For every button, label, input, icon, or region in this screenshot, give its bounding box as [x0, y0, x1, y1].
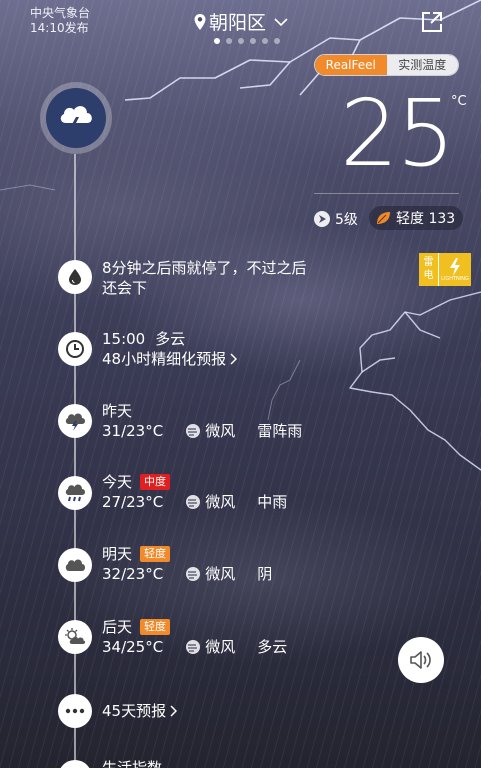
day-name: 昨天: [102, 402, 133, 420]
forecast-45-label: 45天预报: [102, 702, 167, 720]
page-dot: [226, 38, 232, 44]
day-condition: 雷阵雨: [257, 422, 303, 440]
life-index-icon: [58, 760, 92, 768]
day-wind: 微风: [205, 493, 236, 511]
hourly-forecast[interactable]: 15:00 多云 48小时精细化预报: [102, 329, 238, 369]
weather-source: 中央气象台 14:10发布: [30, 6, 90, 36]
lightning-warning-label: 雷电: [419, 253, 438, 286]
measured-temp-option[interactable]: 实测温度: [386, 55, 458, 75]
current-weather-icon[interactable]: [40, 82, 112, 154]
page-dot: [214, 38, 220, 44]
rain-notice[interactable]: 8分钟之后雨就停了，不过之后 还会下: [102, 258, 307, 298]
wind-info: 微风: [185, 421, 235, 441]
life-index-label: 生活指数: [102, 759, 163, 768]
leaf-icon: [377, 212, 390, 224]
wind-icon: [186, 567, 201, 581]
day-condition: 多云: [257, 638, 288, 656]
wind-info: 微风: [185, 492, 235, 512]
hourly-condition: 多云: [155, 330, 186, 348]
divider: [314, 193, 459, 194]
wind-icon: [186, 495, 201, 509]
realfeel-option[interactable]: RealFeel: [315, 55, 387, 75]
chevron-right-icon: [230, 353, 238, 365]
hourly-time: 15:00: [102, 330, 146, 348]
day-wind: 微风: [205, 422, 236, 440]
day-temp: 34/25°C: [102, 638, 164, 656]
rain-notice-line2: 还会下: [102, 279, 148, 297]
wind-info: 微风: [185, 637, 235, 657]
day-name: 明天: [102, 545, 133, 563]
page-dot: [262, 38, 268, 44]
day-temp: 32/23°C: [102, 565, 164, 583]
cloud-icon: [58, 548, 92, 582]
aqi-badge: 中度: [140, 474, 171, 490]
lightning-warning-icon: LIGHTNING: [438, 253, 471, 286]
raindrop-icon: [58, 260, 92, 294]
day-name: 今天: [102, 473, 133, 491]
city-name: 朝阳区: [209, 12, 267, 34]
wind-info: 微风: [185, 564, 235, 584]
publish-time: 14:10发布: [30, 21, 89, 35]
voice-broadcast-button[interactable]: [398, 637, 444, 683]
wind-level: 5级: [314, 209, 358, 229]
lightning-warning-badge[interactable]: 雷电 LIGHTNING: [419, 253, 471, 286]
location-pin-icon: [194, 13, 206, 30]
day-row-day-after[interactable]: 后天 轻度 34/25°C 微风 多云: [102, 617, 287, 657]
aqi-badge: 轻度: [140, 546, 171, 562]
share-icon[interactable]: [420, 10, 444, 34]
thunderstorm-icon: [58, 404, 92, 438]
day-wind: 微风: [205, 565, 236, 583]
clock-icon: [58, 332, 92, 366]
aqi-badge: 轻度: [140, 619, 171, 635]
partly-cloudy-icon: [58, 620, 92, 654]
speaker-icon: [410, 651, 431, 669]
chevron-right-icon: [170, 705, 178, 717]
rain-icon: [58, 476, 92, 510]
air-quality-text: 轻度 133: [396, 211, 456, 227]
life-index-link[interactable]: 生活指数: [102, 758, 162, 768]
city-selector[interactable]: 朝阳区: [193, 8, 288, 35]
air-quality-badge[interactable]: 轻度 133: [369, 206, 464, 230]
day-condition: 中雨: [257, 493, 288, 511]
temperature-unit: °C: [451, 94, 467, 109]
lightning-warning-sub: LIGHTNING: [441, 275, 469, 282]
wind-icon: [186, 424, 201, 438]
page-dot: [238, 38, 244, 44]
day-wind: 微风: [205, 638, 236, 656]
page-dot: [250, 38, 256, 44]
day-row-yesterday[interactable]: 昨天 31/23°C 微风 雷阵雨: [102, 401, 302, 441]
wind-level-text: 5级: [335, 212, 358, 228]
day-name: 后天: [102, 618, 133, 636]
day-row-tomorrow[interactable]: 明天 轻度 32/23°C 微风 阴: [102, 544, 272, 584]
wind-direction-icon: [314, 211, 330, 227]
forecast-45-link[interactable]: 45天预报: [102, 701, 178, 721]
page-indicator: [214, 38, 280, 44]
chevron-down-icon: [274, 17, 288, 26]
more-icon: [58, 694, 92, 728]
day-row-today[interactable]: 今天 中度 27/23°C 微风 中雨: [102, 472, 287, 512]
hourly-forecast-link[interactable]: 48小时精细化预报: [102, 349, 226, 369]
rain-notice-line1: 8分钟之后雨就停了，不过之后: [102, 259, 307, 277]
day-temp: 31/23°C: [102, 422, 164, 440]
wind-icon: [186, 640, 201, 654]
page-dot: [274, 38, 280, 44]
day-condition: 阴: [257, 565, 273, 583]
current-temperature: 25: [340, 80, 455, 187]
timeline-line: [74, 154, 76, 768]
temperature-mode-toggle[interactable]: RealFeel 实测温度: [314, 54, 459, 76]
thunderstorm-icon: [46, 88, 106, 148]
day-temp: 27/23°C: [102, 493, 164, 511]
source-name: 中央气象台: [30, 6, 91, 20]
